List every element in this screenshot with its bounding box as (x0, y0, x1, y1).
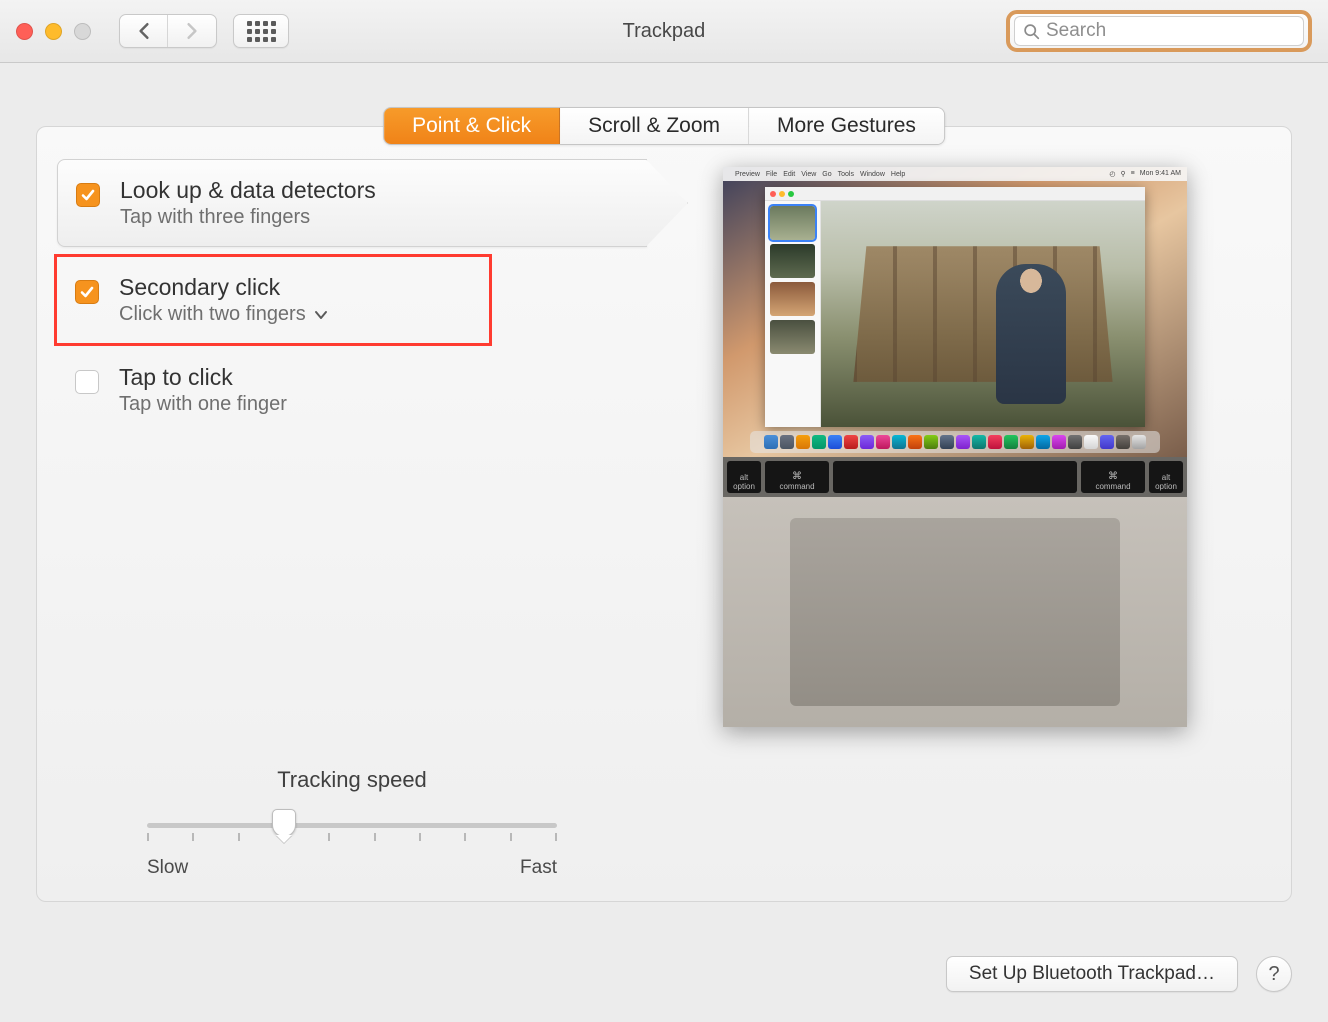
preview-thumbnails (765, 201, 821, 427)
chevron-left-icon (137, 22, 151, 40)
option-secondary-title: Secondary click (119, 274, 328, 301)
preview-palmrest (723, 497, 1187, 727)
checkbox-tap-to-click[interactable] (75, 370, 99, 394)
content: Point & Click Scroll & Zoom More Gesture… (0, 63, 1328, 1022)
tab-scroll-zoom[interactable]: Scroll & Zoom (560, 108, 749, 144)
preview-menu-item: Tools (838, 171, 854, 178)
close-window-button[interactable] (16, 23, 33, 40)
options-column: Look up & data detectors Tap with three … (57, 159, 647, 879)
tab-point-click[interactable]: Point & Click (384, 108, 560, 144)
option-secondary-sub: Click with two fingers (119, 303, 306, 326)
slider-min-label: Slow (147, 857, 188, 879)
option-lookup-title: Look up & data detectors (120, 177, 376, 204)
forward-button[interactable] (168, 15, 216, 47)
tab-more-gestures[interactable]: More Gestures (749, 108, 944, 144)
preview-menu-item: Help (891, 171, 905, 178)
back-button[interactable] (120, 15, 168, 47)
show-all-button[interactable] (233, 14, 289, 48)
option-secondary-click[interactable]: Secondary click Click with two fingers (57, 257, 489, 343)
preview-dock (750, 431, 1160, 453)
search-icon (1023, 23, 1040, 40)
tabs-segmented-control: Point & Click Scroll & Zoom More Gesture… (383, 107, 945, 145)
checkbox-secondary-click[interactable] (75, 280, 99, 304)
gesture-preview: Preview File Edit View Go Tools Window H… (723, 167, 1187, 727)
preview-menu-item: Window (860, 171, 885, 178)
preview-screen: Preview File Edit View Go Tools Window H… (723, 167, 1187, 457)
preview-column: Preview File Edit View Go Tools Window H… (647, 159, 1263, 879)
preview-app-window (765, 187, 1145, 427)
setup-bluetooth-trackpad-button[interactable]: Set Up Bluetooth Trackpad… (946, 956, 1238, 992)
slider-track (147, 823, 557, 828)
search-highlight-ring (1006, 10, 1312, 52)
preview-menu-item: Edit (783, 171, 795, 178)
search-field[interactable] (1014, 16, 1304, 46)
search-input[interactable] (1046, 20, 1295, 42)
help-button[interactable]: ? (1256, 956, 1292, 992)
minimize-window-button[interactable] (45, 23, 62, 40)
nav-segment (119, 14, 217, 48)
preview-keyboard-row: altoption ⌘command ⌘command altoption (723, 457, 1187, 497)
grid-icon (247, 21, 276, 42)
preview-trackpad (790, 518, 1120, 706)
tracking-speed-slider[interactable] (147, 811, 557, 839)
slider-max-label: Fast (520, 857, 557, 879)
bottom-buttons: Set Up Bluetooth Trackpad… ? (946, 956, 1292, 992)
option-tap-to-click[interactable]: Tap to click Tap with one finger (57, 347, 647, 433)
slider-thumb[interactable] (272, 809, 296, 837)
checkmark-icon (80, 187, 96, 203)
option-lookup-sub: Tap with three fingers (120, 206, 376, 229)
option-secondary-subtitle-dropdown[interactable]: Click with two fingers (119, 303, 328, 326)
zoom-window-button[interactable] (74, 23, 91, 40)
preview-menubar-right: ◴⚲≡ Mon 9:41 AM (1109, 170, 1181, 178)
preview-menu-item: Go (822, 171, 831, 178)
option-tap-sub: Tap with one finger (119, 393, 287, 416)
preview-menu-item: File (766, 171, 777, 178)
preview-app-titlebar (765, 187, 1145, 201)
tracking-speed-block: Tracking speed Slow Fast (57, 767, 647, 879)
preview-clock: Mon 9:41 AM (1140, 170, 1181, 178)
preview-app-name: Preview (735, 171, 760, 178)
checkbox-lookup[interactable] (76, 183, 100, 207)
slider-ticks (147, 833, 557, 841)
checkmark-icon (79, 284, 95, 300)
settings-panel: Look up & data detectors Tap with three … (36, 126, 1292, 902)
preview-menubar: Preview File Edit View Go Tools Window H… (723, 167, 1187, 181)
preview-menu-item: View (801, 171, 816, 178)
traffic-lights (16, 23, 91, 40)
preview-photo (821, 201, 1145, 427)
chevron-down-icon (314, 310, 328, 320)
toolbar: Trackpad (0, 0, 1328, 63)
option-tap-title: Tap to click (119, 364, 287, 391)
preview-photo-area (821, 201, 1145, 427)
tracking-speed-label: Tracking speed (147, 767, 557, 793)
option-lookup[interactable]: Look up & data detectors Tap with three … (57, 159, 647, 247)
chevron-right-icon (185, 22, 199, 40)
